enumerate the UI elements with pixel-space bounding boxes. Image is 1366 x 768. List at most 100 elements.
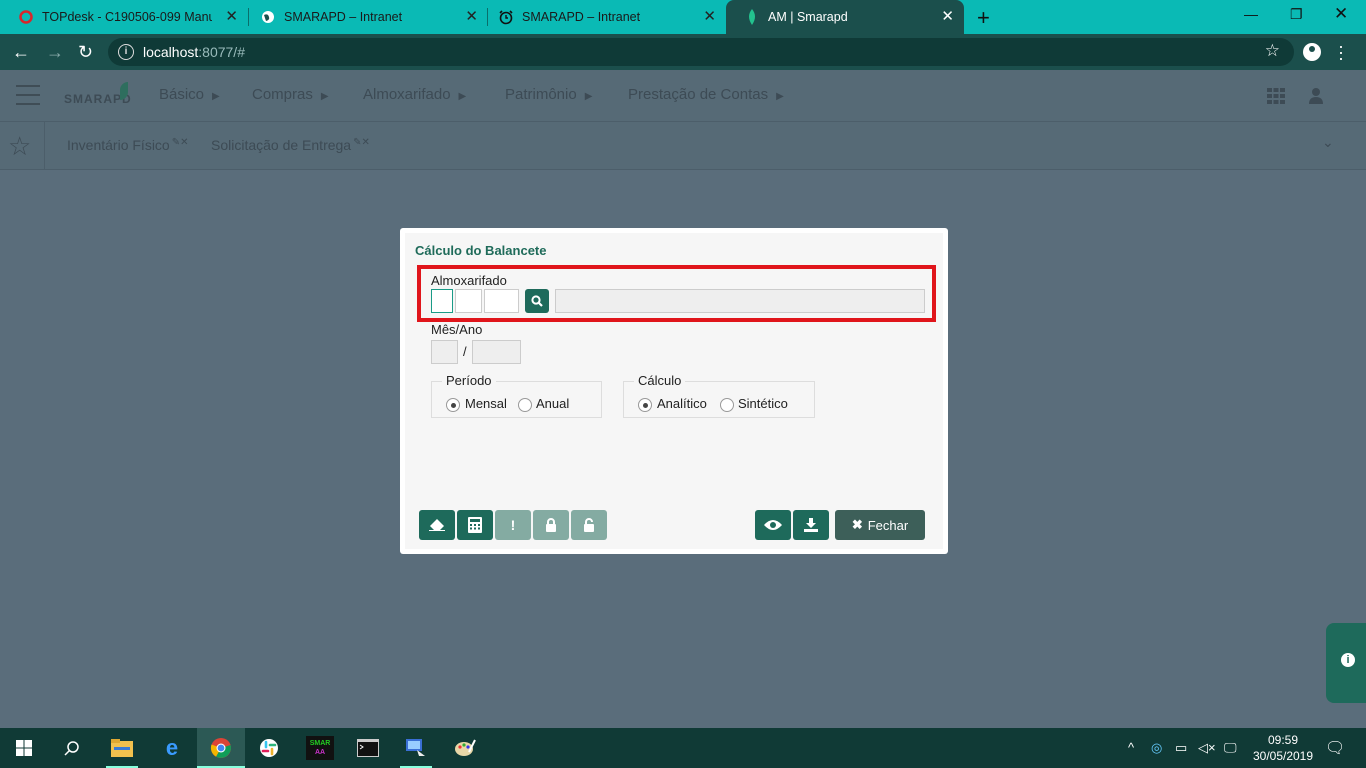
- windows-taskbar: e SMAR AA ^ ◎ ▭ ◁× 🖵 09:59 30/05/2019 🗨: [0, 728, 1366, 768]
- radio-sintetico[interactable]: [720, 398, 734, 412]
- preview-button[interactable]: [755, 510, 791, 540]
- radio-anual[interactable]: [518, 398, 532, 412]
- almoxarifado-label: Almoxarifado: [431, 273, 507, 288]
- favorites-bar: ☆ Inventário Físico ✎✕ Solicitação de Ent…: [0, 122, 1366, 170]
- favorite-label: Solicitação de Entrega: [211, 137, 352, 153]
- smarapd-taskbar-icon[interactable]: SMAR AA: [306, 736, 334, 760]
- download-button[interactable]: [793, 510, 829, 540]
- bookmark-star-icon[interactable]: ☆: [1265, 41, 1280, 61]
- system-clock[interactable]: 09:59 30/05/2019: [1248, 732, 1318, 764]
- close-tab-icon[interactable]: ✕: [941, 9, 954, 25]
- mes-input[interactable]: [431, 340, 458, 364]
- tab-intranet-1[interactable]: SMARAPD – Intranet ✕: [242, 0, 488, 34]
- tab-topdesk[interactable]: TOPdesk - C190506-099 Manual ✕: [0, 0, 248, 34]
- double-chevron-down-icon[interactable]: ⌄: [1322, 134, 1334, 151]
- close-button[interactable]: ✖ Fechar: [835, 510, 925, 540]
- nav-compras[interactable]: Compras ▶: [252, 86, 329, 103]
- tab-intranet-2[interactable]: SMARAPD – Intranet ✕: [480, 0, 726, 34]
- reload-icon[interactable]: ↻: [78, 42, 93, 62]
- new-tab-icon[interactable]: +: [977, 5, 990, 31]
- remote-desktop-icon[interactable]: [404, 736, 428, 760]
- close-tab-icon[interactable]: ✕: [703, 9, 716, 25]
- close-tab-icon[interactable]: ✕: [465, 9, 478, 25]
- clock-date: 30/05/2019: [1252, 749, 1314, 763]
- url-path: :8077/#: [198, 44, 245, 60]
- search-icon[interactable]: [60, 736, 84, 760]
- close-x-icon: ✖: [851, 517, 863, 532]
- sync-tray-icon[interactable]: ◎: [1151, 740, 1162, 756]
- radio-mensal[interactable]: [446, 398, 460, 412]
- radio-analitico[interactable]: [638, 398, 652, 412]
- radio-anual-label: Anual: [536, 396, 570, 411]
- almoxarifado-code-1[interactable]: [431, 289, 453, 313]
- user-icon[interactable]: [1309, 88, 1323, 109]
- forward-arrow-icon[interactable]: →: [46, 42, 64, 62]
- url-text[interactable]: localhost:8077/#: [143, 44, 245, 60]
- caret-right-icon: ▶: [776, 91, 784, 102]
- chrome-icon[interactable]: [209, 736, 233, 760]
- tab-title: TOPdesk - C190506-099 Manual: [42, 10, 212, 24]
- nav-prestacao-contas[interactable]: Prestação de Contas ▶: [628, 86, 784, 103]
- clear-button[interactable]: [419, 510, 455, 540]
- hamburger-menu-icon[interactable]: [16, 85, 40, 105]
- ano-input[interactable]: [472, 340, 521, 364]
- calculo-group: Cálculo Analítico Sintético: [623, 373, 815, 418]
- almoxarifado-code-2[interactable]: [455, 289, 482, 313]
- unlock-button[interactable]: [571, 510, 607, 540]
- nav-label: Patrimônio: [505, 86, 577, 103]
- minimize-icon[interactable]: —: [1244, 6, 1258, 22]
- periodo-group: Período Mensal Anual: [431, 373, 602, 418]
- nav-basico[interactable]: Básico ▶: [159, 86, 220, 103]
- edit-remove-icon[interactable]: ✎✕: [353, 137, 370, 148]
- info-icon: i: [1341, 653, 1355, 667]
- close-tab-icon[interactable]: ✕: [225, 9, 238, 25]
- search-almoxarifado-button[interactable]: [525, 289, 549, 313]
- windows-start-icon[interactable]: [12, 736, 36, 760]
- favorites-star-icon[interactable]: ☆: [8, 131, 31, 162]
- edge-icon[interactable]: e: [160, 735, 184, 760]
- tab-title: SMARAPD – Intranet: [522, 10, 641, 24]
- browser-menu-icon[interactable]: · · ·: [1338, 37, 1344, 67]
- calculo-legend: Cálculo: [634, 373, 686, 388]
- clock-time: 09:59: [1267, 733, 1299, 747]
- battery-icon[interactable]: ▭: [1175, 740, 1187, 756]
- show-hidden-icons-icon[interactable]: ^: [1128, 740, 1134, 755]
- url-host: localhost: [143, 44, 199, 60]
- edit-remove-icon[interactable]: ✎✕: [172, 137, 189, 148]
- notifications-icon[interactable]: 🗨: [1325, 738, 1345, 758]
- caret-right-icon: ▶: [584, 91, 593, 102]
- lock-button[interactable]: [533, 510, 569, 540]
- back-arrow-icon[interactable]: ←: [12, 42, 30, 62]
- volume-muted-icon[interactable]: ◁×: [1198, 740, 1216, 756]
- site-info-icon[interactable]: i: [118, 44, 134, 60]
- alert-button[interactable]: !: [495, 510, 531, 540]
- caret-right-icon: ▶: [458, 91, 467, 102]
- apps-grid-icon[interactable]: [1267, 88, 1285, 109]
- slack-icon[interactable]: [257, 736, 281, 760]
- globe-icon: [260, 9, 276, 25]
- restore-icon[interactable]: ❐: [1290, 6, 1303, 23]
- favorite-inventario-fisico[interactable]: Inventário Físico ✎✕: [67, 137, 188, 153]
- info-side-tab[interactable]: i: [1326, 623, 1366, 703]
- tab-title: SMARAPD – Intranet: [284, 10, 403, 24]
- almoxarifado-code-3[interactable]: [484, 289, 519, 313]
- nav-patrimonio[interactable]: Patrimônio ▶: [505, 86, 592, 103]
- nav-label: Básico: [159, 86, 205, 103]
- file-explorer-icon[interactable]: [110, 736, 134, 760]
- search-icon: [531, 295, 543, 307]
- terminal-icon[interactable]: [356, 736, 380, 760]
- nav-almoxarifado[interactable]: Almoxarifado ▶: [363, 86, 466, 103]
- paint-icon[interactable]: [453, 736, 477, 760]
- radio-sintetico-label: Sintético: [738, 396, 788, 411]
- calculate-button[interactable]: [457, 510, 493, 540]
- account-icon[interactable]: [1303, 43, 1321, 61]
- favorite-solicitacao-entrega[interactable]: Solicitação de Entrega ✎✕: [211, 137, 370, 153]
- nav-label: Almoxarifado: [363, 86, 451, 103]
- eye-icon: [764, 520, 782, 530]
- close-window-icon[interactable]: ✕: [1334, 4, 1348, 24]
- download-icon: [804, 518, 818, 532]
- tab-smarapd-active[interactable]: AM | Smarapd ✕: [726, 0, 964, 34]
- lock-icon: [546, 518, 556, 532]
- address-bar[interactable]: i localhost:8077/# ☆: [108, 38, 1294, 66]
- network-icon[interactable]: 🖵: [1224, 740, 1237, 756]
